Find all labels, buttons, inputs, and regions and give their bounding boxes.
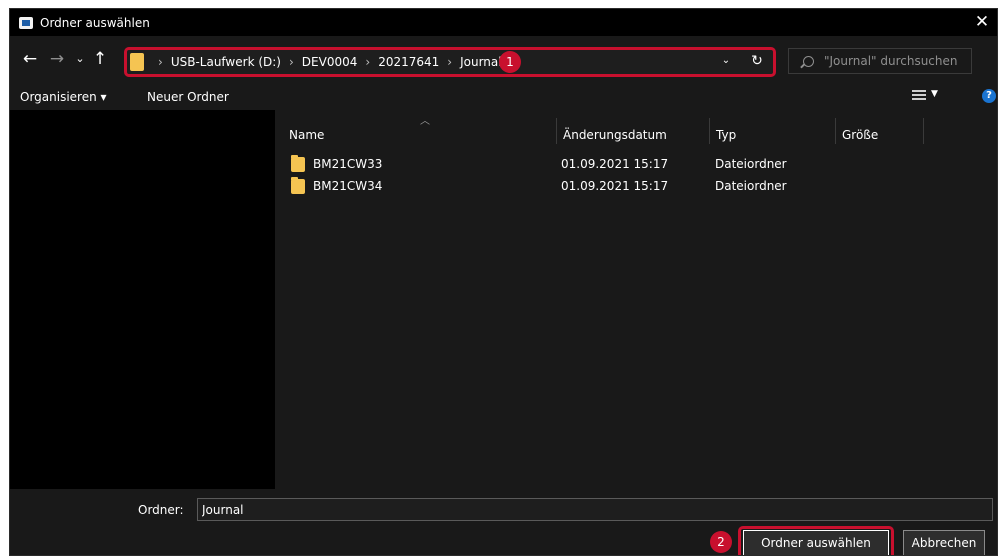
command-toolbar: Organisieren ▾ Neuer Ordner ▼ ? xyxy=(10,85,997,109)
organize-button[interactable]: Organisieren ▾ xyxy=(20,90,107,104)
file-type: Dateiordner xyxy=(715,179,787,193)
dropdown-icon[interactable]: ⌄ xyxy=(719,55,733,66)
folder-icon xyxy=(291,177,305,194)
file-name: BM21CW33 xyxy=(313,157,383,171)
select-folder-button[interactable]: Ordner auswählen xyxy=(743,530,889,555)
dialog-footer: Ordner: 2 Ordner auswählen Abbrechen xyxy=(10,489,997,555)
view-options-icon[interactable] xyxy=(912,90,926,102)
close-icon[interactable]: ✕ xyxy=(973,12,991,32)
address-bar[interactable]: › USB-Laufwerk (D:) › DEV0004 › 20217641… xyxy=(124,47,776,77)
navigation-bar: ← → ⌄ ↑ › USB-Laufwerk (D:) › DEV0004 › … xyxy=(10,42,997,78)
cancel-button[interactable]: Abbrechen xyxy=(903,530,985,555)
title-bar: Ordner auswählen ✕ xyxy=(10,9,997,36)
list-item[interactable]: BM21CW34 01.09.2021 15:17 Dateiordner xyxy=(281,176,787,198)
file-modified: 01.09.2021 15:17 xyxy=(561,179,669,193)
folder-name-field[interactable] xyxy=(197,498,993,521)
app-icon xyxy=(19,16,33,29)
breadcrumb-item-drive[interactable]: USB-Laufwerk (D:) xyxy=(171,55,281,69)
search-input[interactable] xyxy=(824,54,964,68)
search-box[interactable] xyxy=(788,48,972,74)
column-header-modified[interactable]: Änderungsdatum xyxy=(557,118,709,152)
file-type: Dateiordner xyxy=(715,157,787,171)
breadcrumb-separator: › xyxy=(288,55,294,69)
list-item[interactable]: BM21CW33 01.09.2021 15:17 Dateiordner xyxy=(281,154,787,176)
new-folder-button[interactable]: Neuer Ordner xyxy=(147,90,229,104)
recent-locations-icon[interactable]: ⌄ xyxy=(70,50,90,68)
navigation-pane[interactable] xyxy=(10,110,275,489)
breadcrumb: › USB-Laufwerk (D:) › DEV0004 › 20217641… xyxy=(150,55,502,69)
column-divider xyxy=(923,118,924,144)
folder-label: Ordner: xyxy=(138,503,184,517)
help-icon[interactable]: ? xyxy=(982,89,996,103)
folder-picker-dialog: Ordner auswählen ✕ ← → ⌄ ↑ › USB-Laufwer… xyxy=(9,8,998,556)
annotation-badge-1: 1 xyxy=(499,51,521,73)
forward-arrow-icon[interactable]: → xyxy=(47,50,67,68)
breadcrumb-item-journal[interactable]: Journal xyxy=(460,55,502,69)
breadcrumb-separator: › xyxy=(447,55,453,69)
chevron-down-icon[interactable]: ▼ xyxy=(931,89,938,99)
file-list[interactable]: ︿ Name Änderungsdatum Typ Größe BM21CW33… xyxy=(275,110,997,489)
search-icon xyxy=(803,55,814,67)
column-header-size[interactable]: Größe xyxy=(836,118,923,152)
file-modified: 01.09.2021 15:17 xyxy=(561,157,669,171)
column-header-name[interactable]: Name xyxy=(283,118,553,152)
annotation-badge-2: 2 xyxy=(710,531,732,553)
breadcrumb-separator: › xyxy=(158,55,163,69)
refresh-icon[interactable]: ↻ xyxy=(749,53,765,69)
breadcrumb-item-dev[interactable]: DEV0004 xyxy=(302,55,358,69)
folder-icon xyxy=(130,53,144,71)
back-arrow-icon[interactable]: ← xyxy=(20,50,40,68)
column-header-type[interactable]: Typ xyxy=(710,118,835,152)
folder-icon xyxy=(291,155,305,172)
file-name: BM21CW34 xyxy=(313,179,383,193)
breadcrumb-item-number[interactable]: 20217641 xyxy=(378,55,439,69)
window-title: Ordner auswählen xyxy=(40,15,150,30)
breadcrumb-separator: › xyxy=(365,55,371,69)
up-arrow-icon[interactable]: ↑ xyxy=(90,50,110,68)
